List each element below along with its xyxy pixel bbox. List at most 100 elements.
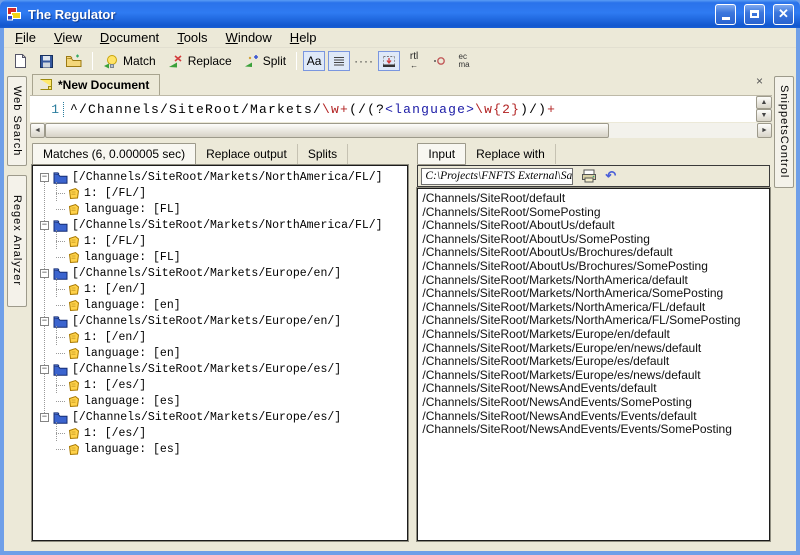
matches-tree: − [/Channels/SiteRoot/Markets/NorthAmeri… bbox=[36, 169, 407, 457]
input-text-area[interactable]: /Channels/SiteRoot/default/Channels/Site… bbox=[417, 188, 770, 541]
capture-row[interactable]: language: [es] bbox=[56, 393, 407, 409]
match-row[interactable]: − [/Channels/SiteRoot/Markets/NorthAmeri… bbox=[36, 217, 407, 233]
match-group: − [/Channels/SiteRoot/Markets/NorthAmeri… bbox=[36, 169, 407, 217]
menu-item-tools[interactable]: Tools bbox=[168, 28, 216, 48]
pane-splitter[interactable] bbox=[408, 143, 417, 541]
results-tab-2[interactable]: Splits bbox=[298, 144, 348, 164]
tab-regex-analyzer[interactable]: Regex Analyzer bbox=[7, 175, 27, 307]
collapse-toggle-icon[interactable]: − bbox=[40, 173, 49, 182]
right-to-left-toggle[interactable]: rtl ← bbox=[403, 51, 425, 71]
tag-icon bbox=[67, 251, 80, 264]
capture-label: language: [FL] bbox=[84, 203, 181, 216]
match-row[interactable]: − [/Channels/SiteRoot/Markets/Europe/en/… bbox=[36, 265, 407, 281]
collapse-toggle-icon[interactable]: − bbox=[40, 221, 49, 230]
match-path-label: [/Channels/SiteRoot/Markets/NorthAmerica… bbox=[72, 171, 383, 184]
tab-web-search[interactable]: Web Search bbox=[7, 76, 27, 166]
multiline-toggle[interactable] bbox=[328, 51, 350, 71]
scroll-left-icon[interactable]: ◄ bbox=[30, 123, 45, 138]
editor-horizontal-scrollbar[interactable]: ◄ ► bbox=[30, 123, 772, 138]
matches-tree-panel[interactable]: − [/Channels/SiteRoot/Markets/NorthAmeri… bbox=[32, 165, 408, 541]
scrollbar-thumb[interactable] bbox=[45, 123, 609, 138]
folder-icon bbox=[53, 315, 68, 328]
tag-icon bbox=[67, 331, 80, 344]
capture-row[interactable]: 1: [/es/] bbox=[56, 377, 407, 393]
maximize-button[interactable] bbox=[744, 4, 765, 25]
capture-row[interactable]: 1: [/FL/] bbox=[56, 185, 407, 201]
toolbar-separator bbox=[296, 52, 297, 70]
collapse-toggle-icon[interactable]: − bbox=[40, 317, 49, 326]
input-tab-0[interactable]: Input bbox=[417, 143, 466, 165]
regex-segment: )/) bbox=[520, 102, 547, 117]
toolbar-separator bbox=[92, 52, 93, 70]
match-row[interactable]: − [/Channels/SiteRoot/Markets/Europe/es/… bbox=[36, 361, 407, 377]
results-pane: Matches (6, 0.000005 sec)Replace outputS… bbox=[30, 143, 408, 541]
input-file-path-field[interactable]: C:\Projects\FNFTS External\Sample bbox=[421, 168, 573, 185]
capture-row[interactable]: language: [FL] bbox=[56, 201, 407, 217]
new-document-button[interactable] bbox=[8, 50, 33, 72]
split-button[interactable]: Split bbox=[238, 50, 291, 72]
regex-segment: ^/Channels/SiteRoot/Markets/ bbox=[70, 102, 322, 117]
editor-vertical-scrollbar[interactable]: ▲ ▼ bbox=[756, 96, 772, 122]
collapse-toggle-icon[interactable]: − bbox=[40, 365, 49, 374]
input-tab-bar: InputReplace with bbox=[417, 143, 770, 165]
replace-button[interactable]: Replace bbox=[162, 50, 237, 72]
folder-icon bbox=[53, 363, 68, 376]
collapse-toggle-icon[interactable]: − bbox=[40, 269, 49, 278]
collapse-toggle-icon[interactable]: − bbox=[40, 413, 49, 422]
input-line: /Channels/SiteRoot/Markets/Europe/es/new… bbox=[422, 368, 769, 382]
menu-item-view[interactable]: View bbox=[45, 28, 91, 48]
open-folder-icon bbox=[65, 54, 82, 68]
close-icon: ✕ bbox=[778, 5, 789, 23]
note-icon bbox=[39, 78, 53, 91]
menu-item-window[interactable]: Window bbox=[217, 28, 281, 48]
undo-icon[interactable]: ↶ bbox=[605, 170, 616, 182]
scroll-right-icon[interactable]: ► bbox=[757, 123, 772, 138]
capture-row[interactable]: language: [en] bbox=[56, 345, 407, 361]
input-tab-1[interactable]: Replace with bbox=[466, 144, 556, 164]
highlight-matches-toggle[interactable] bbox=[378, 51, 400, 71]
capture-row[interactable]: 1: [/en/] bbox=[56, 281, 407, 297]
document-area: *New Document × 1 ^/Channels/SiteRoot/Ma… bbox=[30, 74, 772, 551]
close-button[interactable]: ✕ bbox=[773, 4, 794, 25]
document-close-icon[interactable]: × bbox=[753, 74, 766, 88]
ignore-case-toggle[interactable]: Aa bbox=[303, 51, 325, 71]
menu-item-help[interactable]: Help bbox=[281, 28, 326, 48]
regex-editor[interactable]: 1 ^/Channels/SiteRoot/Markets/\w+(/(?<la… bbox=[30, 96, 756, 122]
lower-split: Matches (6, 0.000005 sec)Replace outputS… bbox=[30, 143, 772, 551]
replace-arrow-icon bbox=[167, 54, 184, 69]
capture-row[interactable]: language: [es] bbox=[56, 441, 407, 457]
capture-row[interactable]: 1: [/en/] bbox=[56, 329, 407, 345]
scroll-down-icon[interactable]: ▼ bbox=[756, 109, 772, 122]
singleline-toggle[interactable]: ···· bbox=[353, 51, 375, 71]
menu-item-document[interactable]: Document bbox=[91, 28, 168, 48]
capture-list: 1: [/es/] language: [es] bbox=[56, 425, 407, 457]
capture-row[interactable]: 1: [/es/] bbox=[56, 425, 407, 441]
menu-item-file[interactable]: File bbox=[6, 28, 45, 48]
save-button[interactable] bbox=[34, 50, 59, 72]
match-button[interactable]: Match bbox=[98, 50, 161, 72]
capture-row[interactable]: language: [en] bbox=[56, 297, 407, 313]
ecmascript-toggle[interactable]: ec ma bbox=[453, 51, 475, 71]
capture-row[interactable]: 1: [/FL/] bbox=[56, 233, 407, 249]
capture-row[interactable]: language: [FL] bbox=[56, 249, 407, 265]
input-line: /Channels/SiteRoot/AboutUs/SomePosting bbox=[422, 232, 769, 246]
match-row[interactable]: − [/Channels/SiteRoot/Markets/NorthAmeri… bbox=[36, 169, 407, 185]
match-path-label: [/Channels/SiteRoot/Markets/NorthAmerica… bbox=[72, 219, 383, 232]
match-row[interactable]: − [/Channels/SiteRoot/Markets/Europe/es/… bbox=[36, 409, 407, 425]
results-tab-1[interactable]: Replace output bbox=[196, 144, 298, 164]
scroll-up-icon[interactable]: ▲ bbox=[756, 96, 772, 109]
compact-toggle[interactable] bbox=[428, 51, 450, 71]
document-tab[interactable]: *New Document bbox=[32, 74, 160, 95]
tab-snippets-control[interactable]: SnippetsControl bbox=[774, 76, 794, 188]
tag-icon bbox=[67, 203, 80, 216]
match-path-label: [/Channels/SiteRoot/Markets/Europe/en/] bbox=[72, 315, 341, 328]
load-file-icon[interactable] bbox=[581, 169, 597, 183]
scrollbar-track[interactable] bbox=[609, 123, 757, 138]
match-group: − [/Channels/SiteRoot/Markets/Europe/es/… bbox=[36, 361, 407, 409]
results-tab-0[interactable]: Matches (6, 0.000005 sec) bbox=[32, 143, 196, 165]
open-button[interactable] bbox=[60, 50, 87, 72]
match-group: − [/Channels/SiteRoot/Markets/NorthAmeri… bbox=[36, 217, 407, 265]
rtl-label: rtl bbox=[410, 52, 418, 61]
minimize-button[interactable] bbox=[715, 4, 736, 25]
match-row[interactable]: − [/Channels/SiteRoot/Markets/Europe/en/… bbox=[36, 313, 407, 329]
